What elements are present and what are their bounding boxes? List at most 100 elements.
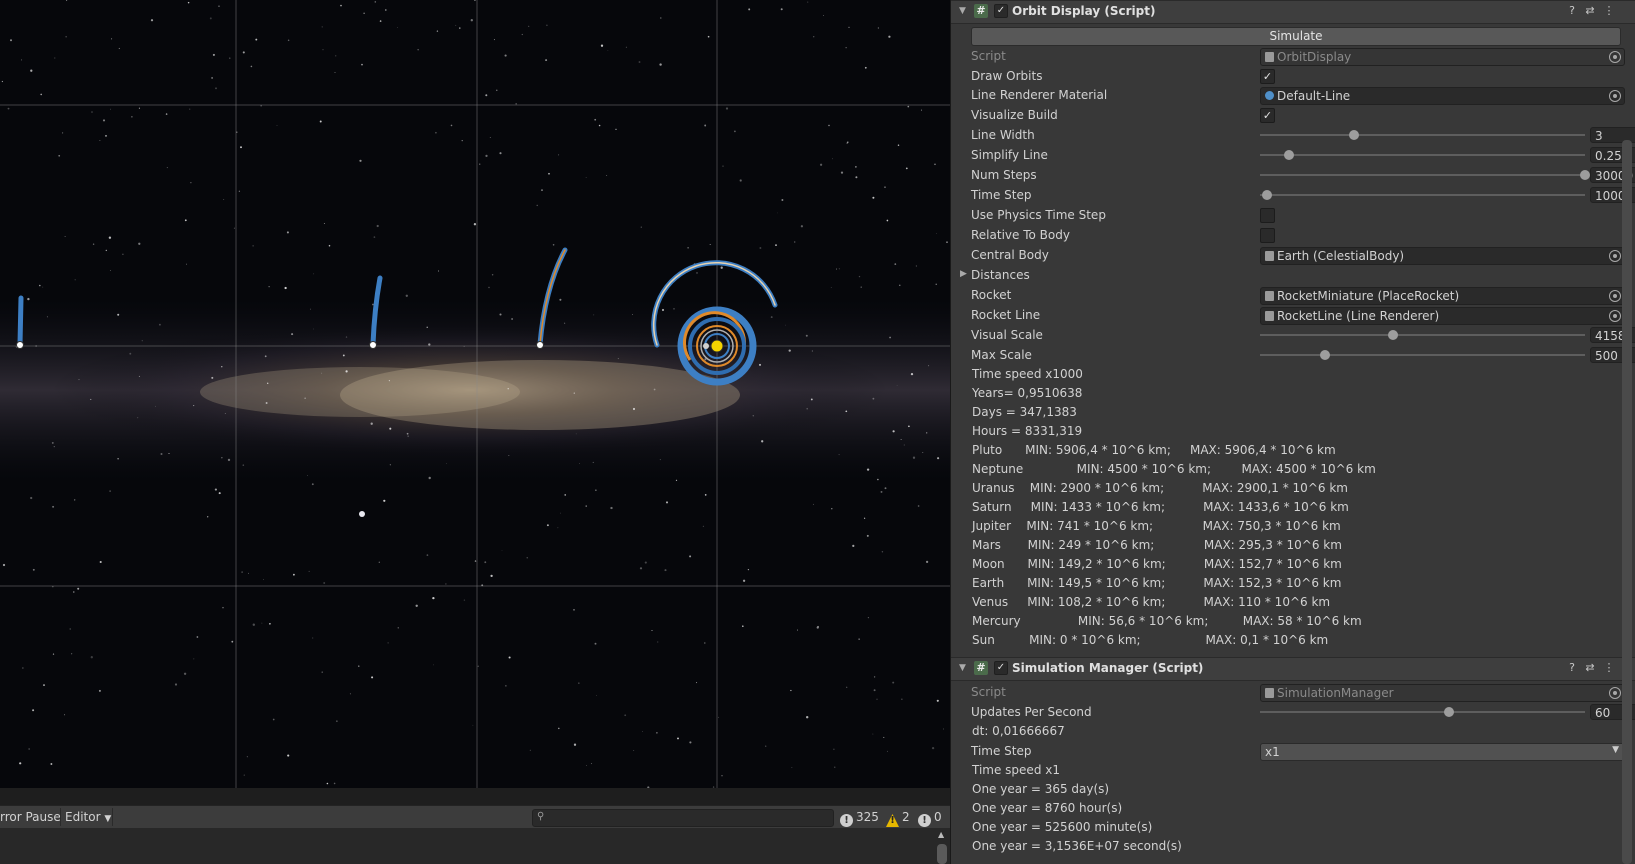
star <box>546 524 549 527</box>
star <box>752 414 755 417</box>
presets-icon[interactable]: ⇄ <box>1583 661 1597 674</box>
foldout-icon[interactable]: ▼ <box>959 663 966 673</box>
console-log-area[interactable] <box>0 828 950 864</box>
console-warning-count[interactable]: ! 2 <box>886 808 910 827</box>
star <box>928 365 930 367</box>
star <box>813 36 815 38</box>
star <box>505 685 507 687</box>
star <box>117 313 120 316</box>
visualize-build-checkbox[interactable]: ✓ <box>1260 108 1275 123</box>
star <box>596 695 597 696</box>
slider-handle[interactable] <box>1261 190 1272 200</box>
dt-text: dt: 0,01666667 <box>972 724 1065 738</box>
slider-handle[interactable] <box>1388 330 1399 340</box>
orbit-display-header[interactable]: ▼ # ✓ Orbit Display (Script) ? ⇄ ⋮ <box>951 0 1635 24</box>
material-object-field[interactable]: Default-Line <box>1260 87 1625 105</box>
star <box>881 551 884 553</box>
max-scale-slider[interactable] <box>1260 354 1585 356</box>
simplify-line-slider[interactable] <box>1260 154 1585 156</box>
console-search-input[interactable]: ⚲ <box>532 809 834 827</box>
star <box>594 642 597 645</box>
star <box>138 107 140 109</box>
star <box>168 453 170 454</box>
field-distances[interactable]: ▶ Distances <box>960 266 1631 286</box>
star <box>647 786 650 788</box>
rocket-line-object-field[interactable]: RocketLine (Line Renderer) <box>1260 307 1625 325</box>
simulate-button[interactable]: Simulate <box>971 27 1621 46</box>
star <box>707 35 710 38</box>
slider-handle[interactable] <box>1580 170 1590 180</box>
star <box>98 689 101 692</box>
presets-icon[interactable]: ⇄ <box>1583 4 1597 17</box>
console-error-count[interactable]: ! 0 <box>918 808 942 827</box>
star <box>137 417 139 419</box>
object-picker-icon[interactable] <box>1609 250 1621 262</box>
star <box>211 76 214 79</box>
visual-scale-slider[interactable] <box>1260 334 1585 336</box>
star <box>58 154 61 157</box>
star <box>521 33 523 36</box>
star <box>633 750 635 751</box>
star <box>122 253 124 256</box>
star <box>892 681 895 684</box>
error-pause-toggle[interactable]: rror Pause <box>0 808 61 826</box>
star <box>69 628 71 630</box>
scene-view[interactable]: ⋮ <box>0 0 950 788</box>
object-picker-icon[interactable] <box>1609 90 1621 102</box>
distance-venus: Venus MIN: 108,2 * 10^6 km; MAX: 110 * 1… <box>972 595 1331 609</box>
star <box>781 199 784 201</box>
editor-dropdown[interactable]: Editor ▼ <box>65 808 111 826</box>
simulation-manager-header[interactable]: ▼ # ✓ Simulation Manager (Script) ? ⇄ ⋮ <box>951 657 1635 681</box>
time-step-dropdown[interactable]: x1 ▼ <box>1260 743 1625 761</box>
script-file-icon <box>1265 688 1274 698</box>
scene-canvas <box>0 0 950 788</box>
time-step-slider[interactable] <box>1260 194 1585 196</box>
help-icon[interactable]: ? <box>1565 661 1579 674</box>
star <box>528 25 530 27</box>
num-steps-slider[interactable] <box>1260 174 1585 176</box>
star <box>383 499 386 502</box>
central-body-object-field[interactable]: Earth (CelestialBody) <box>1260 247 1625 265</box>
star <box>585 505 587 507</box>
component-enabled-checkbox[interactable]: ✓ <box>994 661 1008 675</box>
relative-to-body-checkbox[interactable] <box>1260 228 1275 243</box>
star <box>866 468 870 471</box>
component-enabled-checkbox[interactable]: ✓ <box>994 4 1008 18</box>
use-physics-time-step-checkbox[interactable] <box>1260 208 1275 223</box>
help-icon[interactable]: ? <box>1565 4 1579 17</box>
star <box>131 116 133 118</box>
slider-handle[interactable] <box>1443 707 1454 717</box>
rocket-object-field[interactable]: RocketMiniature (PlaceRocket) <box>1260 287 1625 305</box>
star <box>321 372 323 374</box>
star <box>54 57 56 59</box>
star <box>892 430 895 433</box>
star <box>243 774 245 776</box>
more-icon[interactable]: ⋮ <box>1602 661 1616 674</box>
draw-orbits-checkbox[interactable]: ✓ <box>1260 69 1275 84</box>
star <box>417 49 419 51</box>
foldout-icon[interactable]: ▼ <box>959 6 966 16</box>
more-icon[interactable]: ⋮ <box>1602 4 1616 17</box>
star <box>805 334 808 337</box>
line-width-slider[interactable] <box>1260 134 1585 136</box>
star <box>7 107 10 110</box>
star <box>493 39 495 41</box>
star <box>10 39 12 42</box>
console-message-count[interactable]: ! 325 <box>840 808 879 827</box>
console-scrollbar[interactable]: ▲ <box>936 830 948 864</box>
slider-handle[interactable] <box>1349 130 1360 140</box>
star <box>276 125 278 126</box>
star <box>761 440 764 443</box>
star <box>73 591 75 593</box>
updates-per-second-slider[interactable] <box>1260 711 1585 713</box>
inspector-scrollbar[interactable] <box>1622 140 1632 864</box>
object-picker-icon[interactable] <box>1609 310 1621 322</box>
object-picker-icon[interactable] <box>1609 290 1621 302</box>
star <box>877 478 879 481</box>
slider-handle[interactable] <box>1284 150 1295 160</box>
one-year-days-text: One year = 365 day(s) <box>972 782 1110 796</box>
foldout-arrow-icon[interactable]: ▶ <box>960 269 967 279</box>
error-icon: ! <box>918 814 931 827</box>
slider-handle[interactable] <box>1320 350 1330 360</box>
star <box>847 141 849 143</box>
